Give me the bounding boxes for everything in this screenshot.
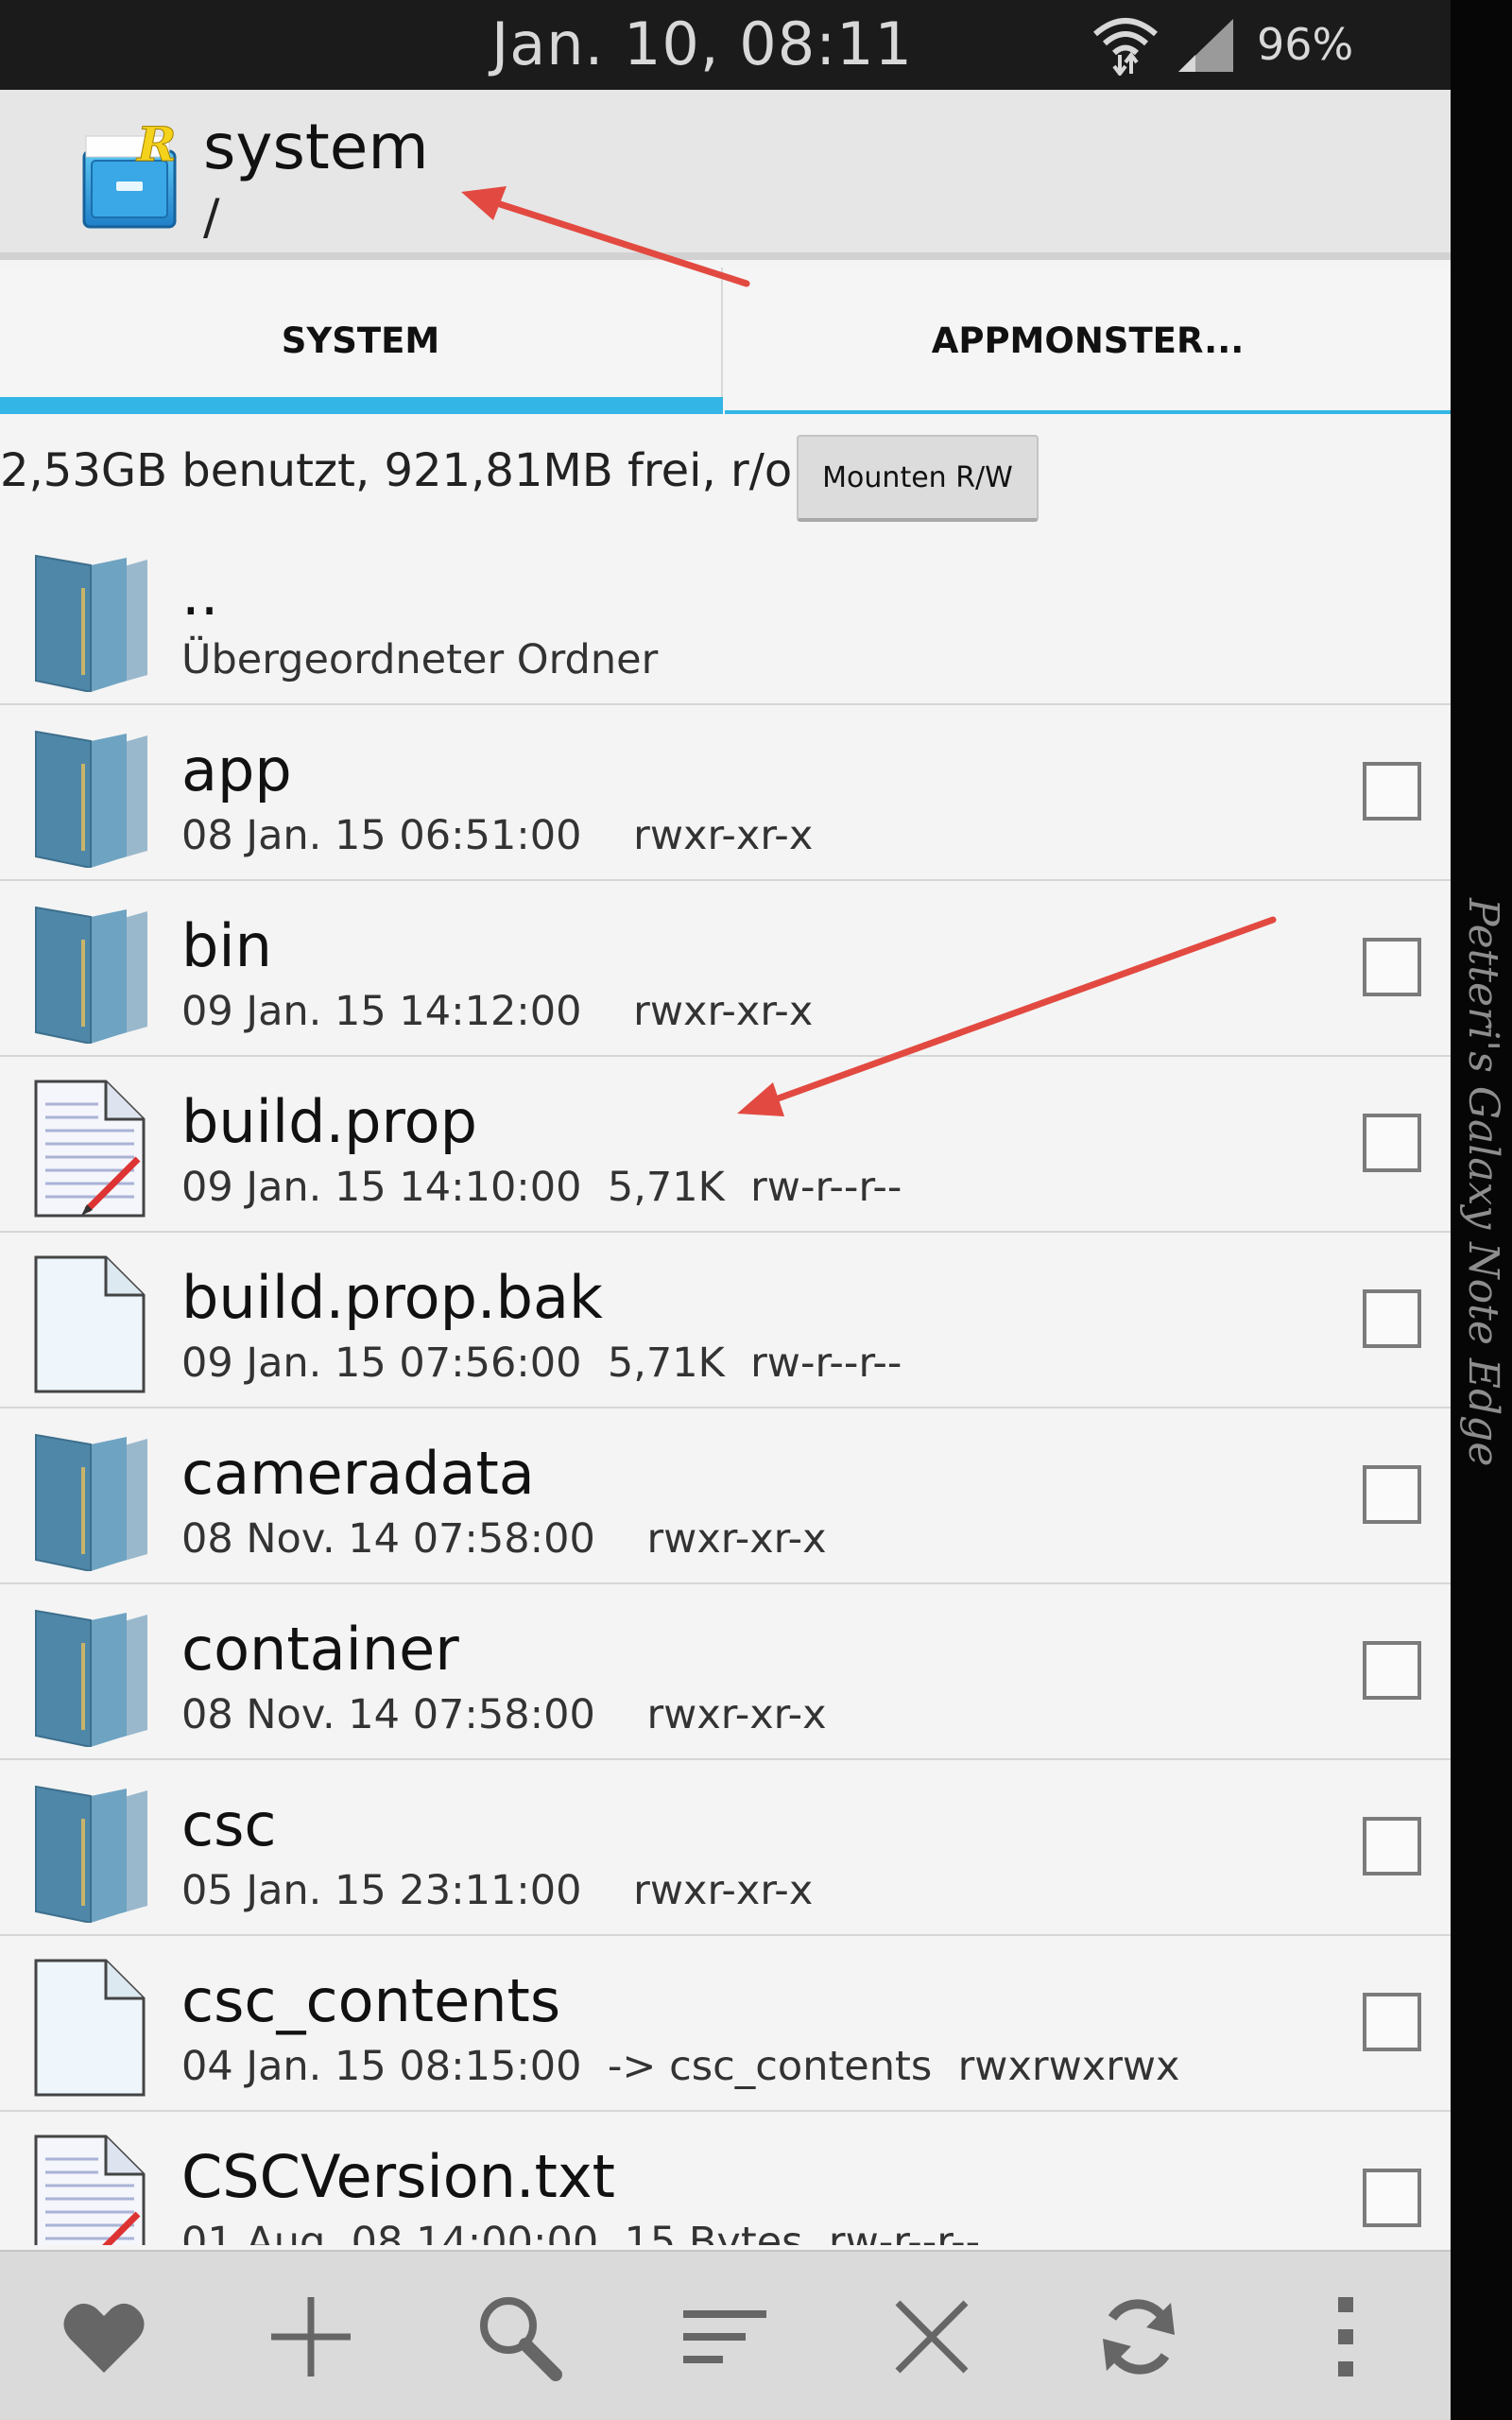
file-name: app — [181, 735, 292, 804]
file-name: .. — [181, 560, 219, 629]
edge-panel-text: Petteri's Galaxy Note Edge — [1459, 898, 1507, 1467]
file-select-checkbox[interactable] — [1363, 1289, 1421, 1348]
root-explorer-cabinet-icon[interactable]: R — [80, 123, 180, 232]
folder-icon — [28, 902, 151, 1046]
file-name: CSCVersion.txt — [181, 2142, 615, 2211]
file-name: csc_contents — [181, 1966, 561, 2035]
active-tab-indicator — [0, 397, 723, 414]
tab-indicator-line — [725, 410, 1451, 414]
tab-system[interactable]: SYSTEM — [0, 268, 723, 414]
file-row[interactable]: cameradata 08 Nov. 14 07:58:00 rwxr-xr-x — [0, 1409, 1451, 1584]
sort-icon — [682, 2310, 766, 2363]
file-row[interactable]: .. Übergeordneter Ordner — [0, 529, 1451, 705]
wifi-icon — [1093, 18, 1158, 76]
file-meta: 09 Jan. 15 07:56:00 5,71K rw-r--r-- — [181, 1340, 902, 1387]
close-button[interactable] — [828, 2252, 1035, 2420]
file-select-checkbox[interactable] — [1363, 938, 1421, 996]
file-select-checkbox[interactable] — [1363, 2169, 1421, 2227]
file-row[interactable]: bin 09 Jan. 15 14:12:00 rwxr-xr-x — [0, 881, 1451, 1057]
file-select-checkbox[interactable] — [1363, 1817, 1421, 1876]
file-row[interactable]: csc 05 Jan. 15 23:11:00 rwxr-xr-x — [0, 1760, 1451, 1936]
folder-icon — [28, 1781, 151, 1925]
file-name: build.prop.bak — [181, 1263, 603, 1332]
file-meta: 09 Jan. 15 14:10:00 5,71K rw-r--r-- — [181, 1164, 902, 1211]
file-meta: 05 Jan. 15 23:11:00 rwxr-xr-x — [181, 1867, 814, 1914]
add-button[interactable] — [207, 2252, 414, 2420]
current-path: / — [203, 189, 220, 246]
file-select-checkbox[interactable] — [1363, 1465, 1421, 1524]
file-meta: Übergeordneter Ordner — [181, 636, 659, 683]
file-name: cameradata — [181, 1439, 535, 1508]
refresh-icon — [1102, 2299, 1175, 2375]
tab-bar: SYSTEM APPMONSTER... — [0, 268, 1451, 414]
search-button[interactable] — [414, 2252, 621, 2420]
file-name: container — [181, 1615, 459, 1684]
file-row[interactable]: csc_contents 04 Jan. 15 08:15:00 -> csc_c… — [0, 1936, 1451, 2112]
file-select-checkbox[interactable] — [1363, 1114, 1421, 1172]
file-row[interactable]: build.prop.bak 09 Jan. 15 07:56:00 5,71K … — [0, 1233, 1451, 1409]
file-meta: 08 Nov. 14 07:58:00 rwxr-xr-x — [181, 1691, 827, 1738]
file-manager-app: R system / SYSTEM APPMONSTER... 2,53GB b… — [0, 90, 1451, 2420]
folder-icon — [28, 1429, 151, 1573]
file-name: build.prop — [181, 1087, 477, 1156]
signal-icon — [1178, 19, 1233, 72]
add-icon — [270, 2297, 351, 2377]
file-select-checkbox[interactable] — [1363, 762, 1421, 821]
close-icon — [895, 2300, 968, 2374]
folder-icon — [28, 1605, 151, 1749]
file-name: bin — [181, 911, 272, 980]
storage-info-bar: 2,53GB benutzt, 921,81MB frei, r/o Mount… — [0, 425, 1451, 522]
file-row[interactable]: container 08 Nov. 14 07:58:00 rwxr-xr-x — [0, 1584, 1451, 1760]
tab-appmonster[interactable]: APPMONSTER... — [725, 268, 1451, 414]
text-file-icon — [28, 2133, 151, 2245]
file-select-checkbox[interactable] — [1363, 1641, 1421, 1700]
status-bar: Jan. 10, 08:11 96% — [0, 0, 1451, 90]
page-title: system — [203, 111, 429, 183]
file-icon — [28, 1253, 151, 1395]
sort-button[interactable] — [621, 2252, 828, 2420]
folder-icon — [28, 550, 151, 694]
overflow-menu-icon — [1337, 2297, 1353, 2377]
bottom-toolbar — [0, 2250, 1451, 2420]
file-meta: 09 Jan. 15 14:12:00 rwxr-xr-x — [181, 988, 814, 1035]
storage-info: 2,53GB benutzt, 921,81MB frei, r/o — [0, 444, 793, 497]
refresh-button[interactable] — [1035, 2252, 1242, 2420]
favorite-button[interactable] — [0, 2252, 207, 2420]
file-select-checkbox[interactable] — [1363, 1993, 1421, 2051]
folder-icon — [28, 726, 151, 870]
battery-level: 96% — [1257, 19, 1354, 70]
file-meta: 08 Jan. 15 06:51:00 rwxr-xr-x — [181, 812, 814, 859]
file-row[interactable]: build.prop 09 Jan. 15 14:10:00 5,71K rw-r… — [0, 1057, 1451, 1233]
file-meta: 04 Jan. 15 08:15:00 -> csc_contents rwxr… — [181, 2043, 1180, 2090]
file-name: csc — [181, 1790, 277, 1859]
text-file-icon — [28, 1078, 151, 1219]
favorite-icon — [62, 2303, 145, 2373]
mount-rw-button[interactable]: Mounten R/W — [797, 435, 1039, 522]
file-row[interactable]: CSCVersion.txt 01 Aug. 08 14:00:00 15 Byt… — [0, 2112, 1451, 2245]
overflow-menu-button[interactable] — [1242, 2252, 1449, 2420]
edge-panel: Petteri's Galaxy Note Edge — [1451, 0, 1512, 2420]
file-row[interactable]: app 08 Jan. 15 06:51:00 rwxr-xr-x — [0, 705, 1451, 881]
file-meta: 08 Nov. 14 07:58:00 rwxr-xr-x — [181, 1515, 827, 1563]
file-icon — [28, 1957, 151, 2099]
status-time: Jan. 10, 08:11 — [491, 9, 913, 78]
search-icon — [479, 2297, 562, 2381]
file-list: .. Übergeordneter Ordner app 08 Jan. 15 06:… — [0, 529, 1451, 2245]
svg-text:R: R — [135, 123, 177, 172]
title-bar: R system / — [0, 90, 1451, 260]
file-meta: 01 Aug. 08 14:00:00 15 Bytes rw-r--r-- — [181, 2219, 981, 2245]
